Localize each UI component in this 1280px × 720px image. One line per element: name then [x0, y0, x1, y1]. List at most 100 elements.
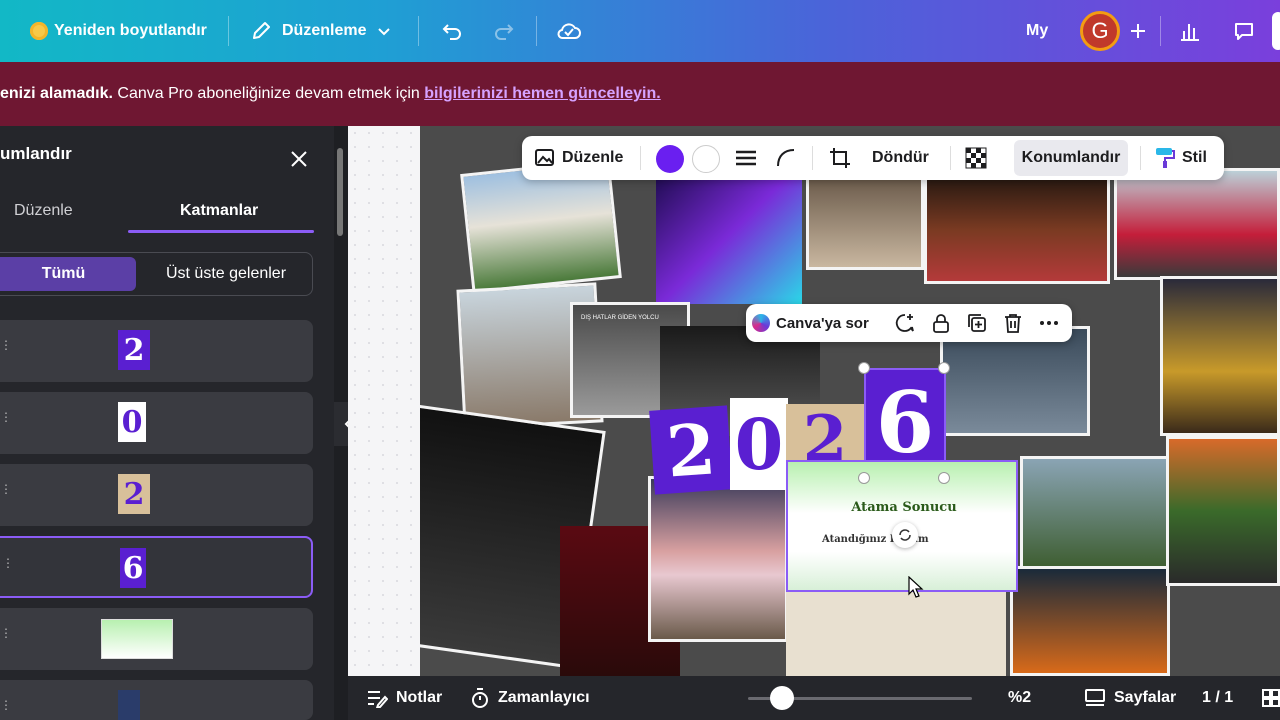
- save-status-button[interactable]: [551, 13, 587, 49]
- photo-fans[interactable]: [1160, 276, 1280, 436]
- color-swatch-white[interactable]: [692, 145, 720, 173]
- payment-warning-banner: enizi alamadık. Canva Pro aboneliğinize …: [0, 62, 1280, 126]
- notes-label: Notlar: [396, 689, 443, 706]
- comments-button[interactable]: [1226, 13, 1262, 49]
- panel-title: umlandır: [0, 144, 72, 163]
- photo-cat[interactable]: [806, 174, 924, 270]
- timer-button[interactable]: Zamanlayıcı: [470, 676, 590, 720]
- tab-layers[interactable]: Katmanlar: [180, 202, 258, 220]
- timer-icon: [472, 688, 488, 708]
- divider: [950, 146, 951, 170]
- duplicate-icon[interactable]: [966, 312, 988, 334]
- ask-canva-button[interactable]: Canva'ya sor: [752, 304, 869, 342]
- filter-overlapping-button[interactable]: Üst üste gelenler: [151, 257, 301, 291]
- resize-button[interactable]: Yeniden boyutlandır: [30, 0, 207, 62]
- photo-motorcycle[interactable]: [1166, 436, 1280, 586]
- layer-item[interactable]: ⋮ 2: [0, 464, 313, 526]
- zoom-level[interactable]: %2: [1008, 676, 1031, 720]
- crop-button[interactable]: [828, 136, 852, 180]
- pages-button[interactable]: Sayfalar: [1084, 676, 1176, 720]
- drag-handle-icon[interactable]: ⋮: [0, 411, 12, 432]
- drag-handle-icon[interactable]: ⋮: [0, 339, 12, 360]
- banner-bold-text: enizi alamadık.: [0, 85, 113, 102]
- lock-icon[interactable]: [930, 312, 952, 334]
- style-button[interactable]: Stil: [1154, 136, 1207, 180]
- corner-radius-button[interactable]: [774, 136, 798, 180]
- drag-handle-icon[interactable]: ⋮: [0, 627, 12, 648]
- comment-icon: [1235, 23, 1253, 40]
- transparency-button[interactable]: [964, 136, 988, 180]
- more-options-icon[interactable]: [1038, 312, 1060, 334]
- avatar[interactable]: G: [1080, 11, 1120, 51]
- edit-image-button[interactable]: Düzenle: [534, 136, 623, 180]
- element-toolbar: Düzenle Döndür Konumlandır Stil: [522, 136, 1224, 180]
- pages-label: Sayfalar: [1114, 689, 1177, 706]
- undo-icon: [442, 24, 461, 40]
- resize-handle[interactable]: [858, 472, 870, 484]
- zoom-slider-thumb[interactable]: [770, 686, 794, 710]
- photo-camper-van[interactable]: [648, 476, 788, 642]
- paint-roller-icon: [1156, 148, 1175, 168]
- corner-curve-icon: [777, 149, 795, 167]
- tile-digit[interactable]: 2: [649, 405, 733, 495]
- quick-actions-toolbar: Canva'ya sor: [746, 304, 1072, 342]
- photo-cozy-room[interactable]: [924, 176, 1110, 284]
- tile-digit[interactable]: 0: [730, 398, 788, 490]
- panel-scroll-thumb[interactable]: [337, 148, 343, 236]
- layer-item[interactable]: ⋮: [0, 680, 313, 720]
- layer-item[interactable]: ⋮ 0: [0, 392, 313, 454]
- layer-item[interactable]: ⋮: [0, 608, 313, 670]
- drag-handle-icon[interactable]: ⋮: [0, 483, 12, 504]
- layer-item-selected[interactable]: ⋮ 6: [0, 536, 313, 598]
- analytics-button[interactable]: [1172, 13, 1208, 49]
- page-count: 1 / 1: [1202, 689, 1234, 706]
- filter-all-button[interactable]: Tümü: [0, 257, 136, 291]
- divider: [536, 16, 537, 46]
- layer-item[interactable]: ⋮ 2: [0, 320, 313, 382]
- photo-gaming-setup[interactable]: [656, 166, 802, 304]
- tab-edit[interactable]: Düzenle: [14, 202, 73, 220]
- banner-text: Canva Pro aboneliğinize devam etmek için: [112, 85, 425, 102]
- redo-button[interactable]: [486, 13, 522, 49]
- drag-handle-icon[interactable]: ⋮: [0, 699, 12, 720]
- rotate-icon: [899, 529, 911, 541]
- resize-handle[interactable]: [858, 362, 870, 374]
- resize-label: Yeniden boyutlandır: [54, 22, 207, 39]
- update-billing-link[interactable]: bilgilerinizi hemen güncelleyin.: [424, 85, 661, 103]
- share-button[interactable]: [1272, 12, 1280, 50]
- position-button[interactable]: Konumlandır: [1014, 140, 1128, 176]
- drag-handle-icon[interactable]: ⋮: [2, 557, 14, 578]
- resize-handle[interactable]: [938, 362, 950, 374]
- notes-icon: [368, 691, 388, 708]
- undo-button[interactable]: [434, 13, 470, 49]
- rotate-handle[interactable]: [892, 522, 918, 548]
- grid-view-button[interactable]: [1262, 676, 1280, 720]
- add-collaborator-button[interactable]: [1120, 13, 1156, 49]
- trash-icon[interactable]: [1002, 312, 1024, 334]
- layer-filter-segment: Tümü Üst üste gelenler: [0, 252, 313, 296]
- color-swatch-purple[interactable]: [656, 145, 684, 173]
- edit-mode-dropdown[interactable]: Düzenleme: [250, 0, 392, 62]
- timer-label: Zamanlayıcı: [498, 689, 590, 706]
- ask-canva-label: Canva'ya sor: [776, 314, 869, 332]
- airport-sign-text: DIŞ HATLAR GİDEN YOLCU: [581, 315, 659, 321]
- photo-campfire[interactable]: [1010, 566, 1170, 676]
- photo-building[interactable]: [940, 326, 1090, 436]
- divider: [640, 146, 641, 170]
- result-card[interactable]: Atama Sonucu Atandığınız Kurum: [786, 460, 1018, 592]
- line-weight-button[interactable]: [734, 136, 758, 180]
- photo-tree[interactable]: [1020, 456, 1170, 576]
- layer-thumbnail: 2: [118, 330, 150, 370]
- top-bar: Yeniden boyutlandır Düzenleme My G: [0, 0, 1280, 62]
- paper-texture: [786, 592, 1006, 676]
- design-page[interactable]: DIŞ HATLAR GİDEN YOLCU 2 0 2 6 Atama Son…: [420, 126, 1280, 676]
- layer-thumbnail: 0: [118, 402, 146, 442]
- comment-add-icon[interactable]: [894, 312, 916, 334]
- layer-thumbnail: [101, 619, 173, 659]
- resize-handle[interactable]: [938, 472, 950, 484]
- photo-red-car[interactable]: [1114, 168, 1280, 280]
- notes-button[interactable]: Notlar: [366, 676, 442, 720]
- rotate-button[interactable]: Döndür: [872, 136, 929, 180]
- divider: [812, 146, 813, 170]
- close-icon[interactable]: [288, 148, 310, 170]
